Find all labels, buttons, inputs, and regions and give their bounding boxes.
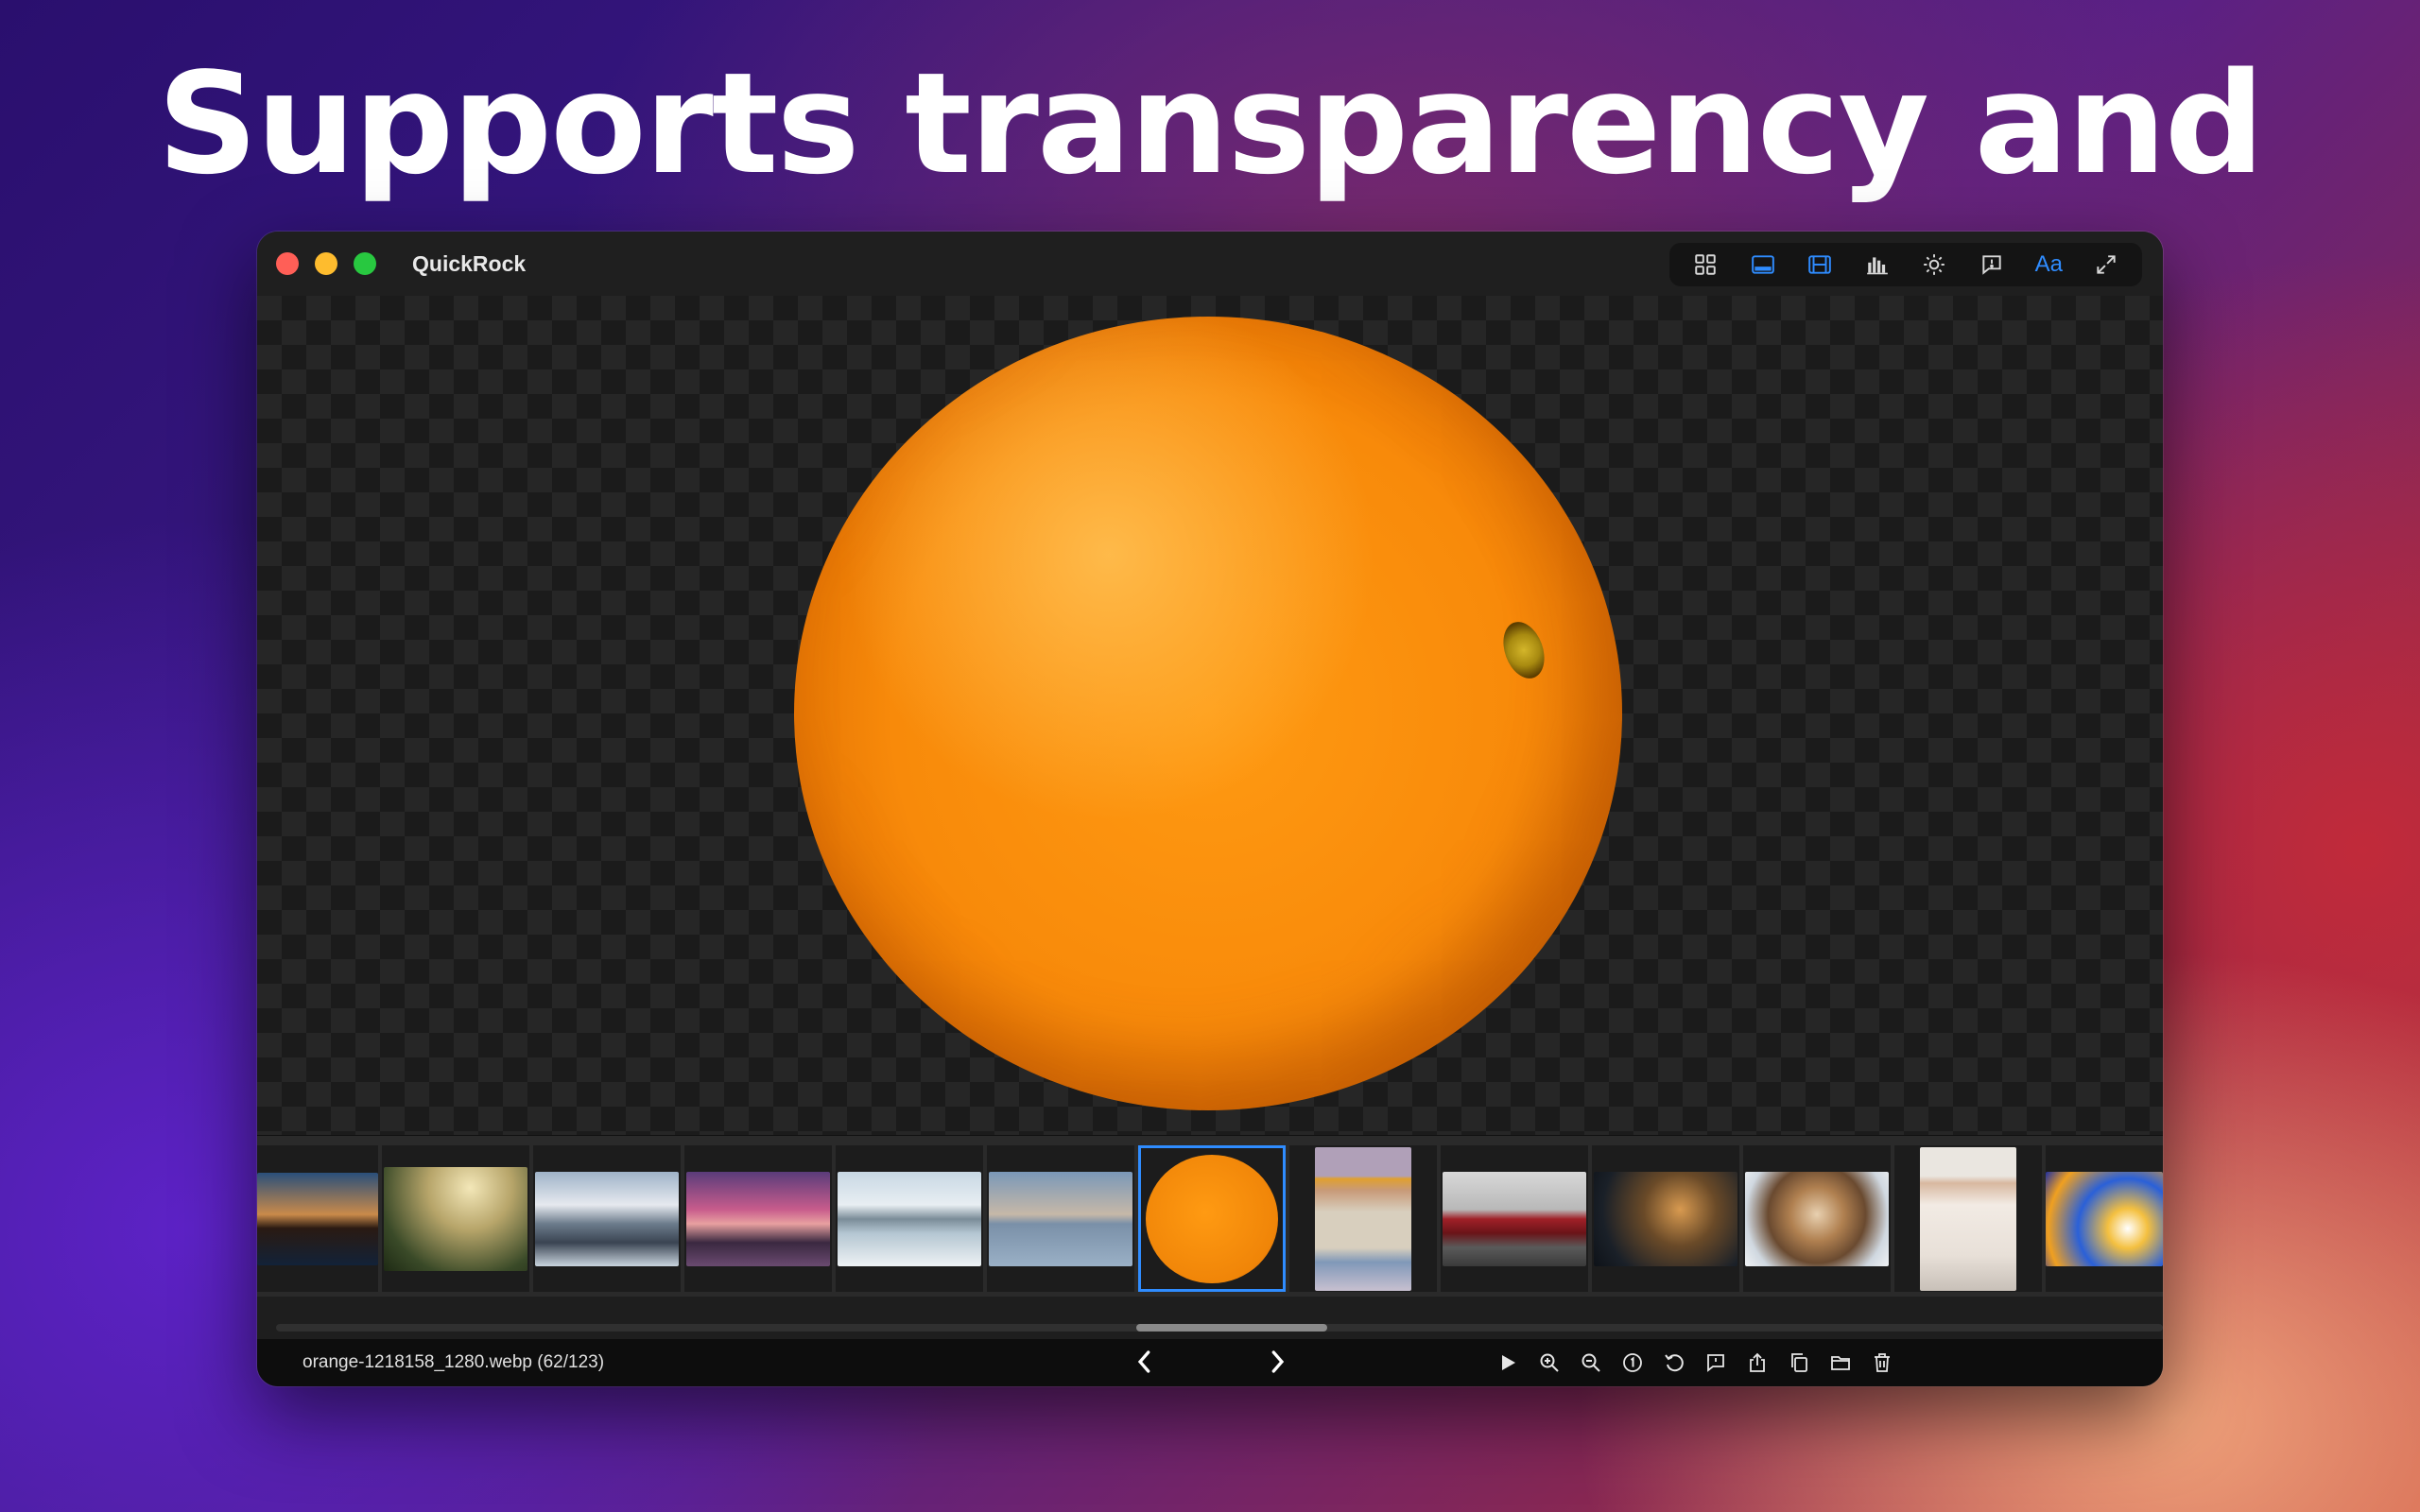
chevron-left-icon: [1137, 1350, 1150, 1373]
text-label-icon: Aa: [2034, 251, 2063, 277]
thumbnail[interactable]: [533, 1145, 681, 1292]
actual-size-icon: [1623, 1353, 1642, 1372]
share-button[interactable]: [1741, 1348, 1773, 1378]
open-folder-button[interactable]: [1824, 1348, 1857, 1378]
thumbnail[interactable]: [1894, 1145, 2042, 1292]
titlebar: QuickRock Aa: [257, 232, 2163, 296]
maximize-button[interactable]: [354, 252, 376, 275]
thumbnail[interactable]: [836, 1145, 983, 1292]
close-button[interactable]: [276, 252, 299, 275]
next-button[interactable]: [1263, 1345, 1291, 1379]
filmstrip-scrollbar[interactable]: [276, 1324, 2163, 1332]
zoom-in-icon: [1540, 1353, 1559, 1372]
orange-navel: [1495, 616, 1552, 684]
thumbnail[interactable]: [1289, 1145, 1437, 1292]
previous-button[interactable]: [1131, 1345, 1159, 1379]
info-button[interactable]: [1973, 248, 2011, 282]
thumbnail[interactable]: [382, 1145, 529, 1292]
zoom-out-button[interactable]: [1575, 1348, 1607, 1378]
rotate-icon: [1665, 1354, 1684, 1372]
comment-icon: [1707, 1354, 1724, 1372]
minimize-button[interactable]: [315, 252, 337, 275]
grid-icon: [1695, 254, 1716, 275]
adjustments-button[interactable]: [1915, 248, 1953, 282]
trash-icon: [1875, 1353, 1890, 1372]
main-image: [794, 317, 1622, 1110]
copy-icon: [1791, 1353, 1807, 1372]
slideshow-button[interactable]: [1492, 1348, 1524, 1378]
copy-button[interactable]: [1783, 1348, 1815, 1378]
file-name: orange-1218158_1280.webp (62/123): [302, 1352, 605, 1372]
zoom-out-icon: [1582, 1353, 1600, 1372]
statusbar: orange-1218158_1280.webp (62/123): [257, 1339, 2163, 1386]
share-icon: [1750, 1352, 1765, 1372]
text-overlay-button[interactable]: Aa: [2030, 248, 2067, 282]
filmstrip-button[interactable]: [1801, 248, 1839, 282]
grid-view-button[interactable]: [1686, 248, 1724, 282]
thumbnail[interactable]: [1743, 1145, 1891, 1292]
thumbnail[interactable]: [257, 1145, 378, 1292]
image-viewer[interactable]: [257, 296, 2163, 1135]
info-bubble-icon: [1982, 255, 2001, 275]
app-window: QuickRock Aa orange-1218158_1280.webp (6…: [257, 232, 2163, 1386]
zoom-in-button[interactable]: [1533, 1348, 1565, 1378]
bottom-panel-icon: [1751, 255, 1774, 274]
folder-icon: [1831, 1356, 1850, 1370]
play-icon: [1502, 1355, 1515, 1370]
thumbnail-selected[interactable]: [1138, 1145, 1286, 1292]
fullscreen-icon: [2097, 255, 2116, 274]
scrollbar-thumb[interactable]: [1136, 1324, 1327, 1332]
thumbnail[interactable]: [684, 1145, 832, 1292]
brightness-icon: [1924, 254, 1945, 275]
histogram-icon: [1866, 257, 1888, 275]
filmstrip-icon: [1808, 255, 1832, 274]
thumbnail[interactable]: [1592, 1145, 1739, 1292]
action-bar: [1492, 1348, 1898, 1378]
view-toolbar: Aa: [1669, 243, 2142, 286]
comment-button[interactable]: [1700, 1348, 1732, 1378]
fullscreen-button[interactable]: [2087, 248, 2125, 282]
app-title: QuickRock: [412, 251, 527, 276]
histogram-button[interactable]: [1858, 248, 1896, 282]
thumbnail[interactable]: [987, 1145, 1134, 1292]
actual-size-button[interactable]: [1616, 1348, 1649, 1378]
thumbnail[interactable]: [1441, 1145, 1588, 1292]
delete-button[interactable]: [1866, 1348, 1898, 1378]
rotate-button[interactable]: [1658, 1348, 1690, 1378]
bottom-panel-button[interactable]: [1744, 248, 1782, 282]
chevron-right-icon: [1271, 1350, 1285, 1373]
thumbnail[interactable]: [2046, 1145, 2163, 1292]
filmstrip: [257, 1135, 2163, 1297]
